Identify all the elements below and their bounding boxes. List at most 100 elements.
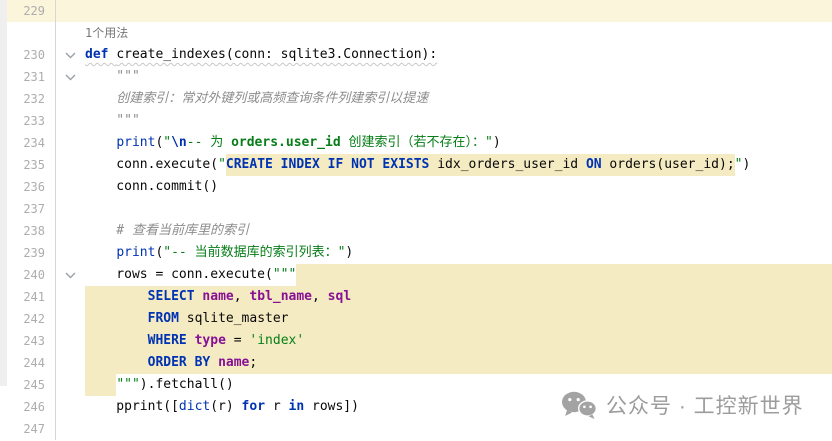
code-line[interactable]: 235 conn.execute( " CREATE INDEX IF NOT EX… (7, 154, 832, 176)
code-text[interactable]: conn.execute( " CREATE INDEX IF NOT EXISTS… (85, 154, 832, 176)
code-token: conn.execute( (85, 154, 218, 176)
code-text[interactable]: SELECT name, tbl_name, sql (85, 286, 832, 308)
code-text[interactable]: # 查看当前库里的索引 (85, 220, 832, 242)
code-text[interactable]: def create_indexes(conn: sqlite3.Connect… (85, 44, 832, 66)
code-token: , (312, 286, 328, 308)
code-token (85, 374, 116, 396)
line-number[interactable]: 232 (7, 88, 56, 110)
code-token: print (116, 132, 155, 154)
code-token: type (195, 330, 226, 352)
code-text[interactable]: 1个用法 (85, 22, 832, 44)
code-token: ) (345, 242, 353, 264)
code-token: ON (586, 154, 602, 176)
code-line[interactable]: 236 conn.commit() (7, 176, 832, 198)
code-token: sqlite_master (179, 308, 289, 330)
code-token (210, 352, 218, 374)
code-text[interactable]: print("\n-- 为 orders.user_id 创建索引（若不存在）：… (85, 132, 832, 154)
code-line[interactable]: 229 (7, 0, 832, 22)
fold-gutter (56, 132, 85, 154)
code-token: ) (493, 132, 501, 154)
line-number[interactable]: 243 (7, 330, 56, 352)
code-text[interactable]: WHERE type = 'index' (85, 330, 832, 352)
line-number[interactable]: 231 (7, 66, 56, 88)
code-token: """ (85, 66, 140, 88)
code-token: sql (328, 286, 351, 308)
code-token: WHERE (148, 330, 187, 352)
code-line[interactable]: 238 # 查看当前库里的索引 (7, 220, 832, 242)
fold-chevron-icon[interactable] (56, 44, 85, 66)
code-token: SELECT (148, 286, 195, 308)
fold-chevron-icon[interactable] (56, 66, 85, 88)
code-token: """ (85, 110, 140, 132)
code-line[interactable]: 234 print("\n-- 为 orders.user_id 创建索引（若不… (7, 132, 832, 154)
code-line[interactable]: 1个用法 (7, 22, 832, 44)
fold-gutter (56, 242, 85, 264)
code-token (85, 352, 148, 374)
line-number[interactable]: 238 (7, 220, 56, 242)
fold-chevron-icon[interactable] (56, 264, 85, 286)
line-number[interactable]: 239 (7, 242, 56, 264)
sql-injection-highlight (296, 264, 832, 286)
code-text[interactable]: """ (85, 110, 832, 132)
code-text[interactable]: print("-- 当前数据库的索引列表：") (85, 242, 832, 264)
code-token: # 查看当前库里的索引 (85, 220, 249, 242)
line-number[interactable]: 241 (7, 286, 56, 308)
code-token: """ (116, 374, 139, 396)
code-line[interactable]: 242 FROM sqlite_master (7, 308, 832, 330)
code-token: tbl_name (249, 286, 312, 308)
code-token (85, 330, 148, 352)
code-line[interactable]: 241 SELECT name, tbl_name, sql (7, 286, 832, 308)
line-number[interactable]: 233 (7, 110, 56, 132)
code-token: idx_orders_user_id (429, 154, 586, 176)
code-token (85, 286, 148, 308)
code-text[interactable]: """ (85, 66, 832, 88)
line-number[interactable]: 246 (7, 396, 56, 418)
watermark-text: 公众号 · 工控新世界 (606, 390, 804, 420)
code-text[interactable]: ORDER BY name; (85, 352, 832, 374)
code-line[interactable]: 230 def create_indexes(conn: sqlite3.Conn… (7, 44, 832, 66)
code-token: orders(user_id); (602, 154, 735, 176)
code-editor[interactable]: 229 1个用法 230 def create_indexes(conn: sqlit… (0, 0, 832, 441)
code-line[interactable]: 240 rows = conn.execute(""" (7, 264, 832, 286)
code-token (85, 308, 148, 330)
line-number[interactable]: 244 (7, 352, 56, 374)
code-token: rows]) (304, 396, 359, 418)
code-text[interactable]: conn.commit() (85, 176, 832, 198)
code-line[interactable]: 247 (7, 418, 832, 440)
code-line[interactable]: 232 创建索引：常对外键列或高频查询条件列建索引以提速 (7, 88, 832, 110)
line-number[interactable]: 234 (7, 132, 56, 154)
code-token: 创建索引：常对外键列或高频查询条件列建索引以提速 (85, 88, 428, 110)
code-lines[interactable]: 229 1个用法 230 def create_indexes(conn: sqlit… (7, 0, 832, 440)
line-number[interactable]: 235 (7, 154, 56, 176)
line-number[interactable]: 237 (7, 198, 56, 220)
line-number[interactable]: 236 (7, 176, 56, 198)
line-number[interactable] (7, 22, 56, 44)
code-line[interactable]: 233 """ (7, 110, 832, 132)
code-text[interactable]: rows = conn.execute(""" (85, 264, 832, 286)
line-number[interactable]: 247 (7, 418, 56, 440)
line-number[interactable]: 240 (7, 264, 56, 286)
code-line[interactable]: 243 WHERE type = 'index' (7, 330, 832, 352)
line-number[interactable]: 245 (7, 374, 56, 396)
line-number[interactable]: 230 (7, 44, 56, 66)
line-number[interactable]: 242 (7, 308, 56, 330)
line-number[interactable]: 229 (7, 0, 56, 22)
code-token: ; (249, 352, 257, 374)
code-line[interactable]: 244 ORDER BY name; (7, 352, 832, 374)
code-line[interactable]: 239 print("-- 当前数据库的索引列表：") (7, 242, 832, 264)
code-token (195, 286, 203, 308)
code-text[interactable] (85, 0, 832, 22)
code-text[interactable] (85, 418, 832, 440)
code-token: name (202, 286, 233, 308)
code-token: " (485, 132, 493, 154)
code-text[interactable]: 创建索引：常对外键列或高频查询条件列建索引以提速 (85, 88, 832, 110)
fold-gutter (56, 198, 85, 220)
fold-gutter (56, 330, 85, 352)
code-text[interactable] (85, 198, 832, 220)
code-text[interactable]: FROM sqlite_master (85, 308, 832, 330)
code-line[interactable]: 237 (7, 198, 832, 220)
code-line[interactable]: 231 """ (7, 66, 832, 88)
code-token: CREATE INDEX IF NOT EXISTS (226, 154, 430, 176)
code-token: FROM (148, 308, 179, 330)
code-token: " (735, 154, 743, 176)
